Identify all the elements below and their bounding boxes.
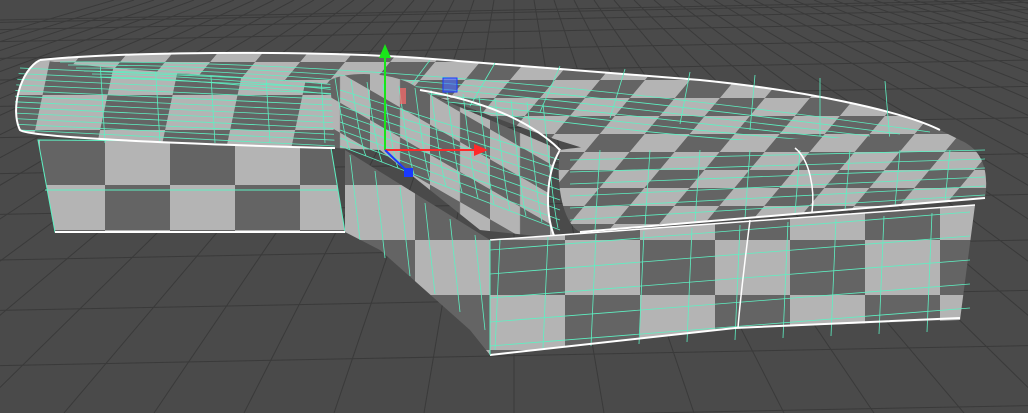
gizmo-plane-handle-red[interactable] <box>400 88 406 104</box>
3d-viewport[interactable] <box>0 0 1028 413</box>
gizmo-z-handle-icon[interactable] <box>404 168 413 177</box>
mesh-left-base <box>37 139 346 233</box>
gizmo-plane-handle[interactable] <box>442 77 458 93</box>
viewport-canvas[interactable] <box>0 0 1028 413</box>
